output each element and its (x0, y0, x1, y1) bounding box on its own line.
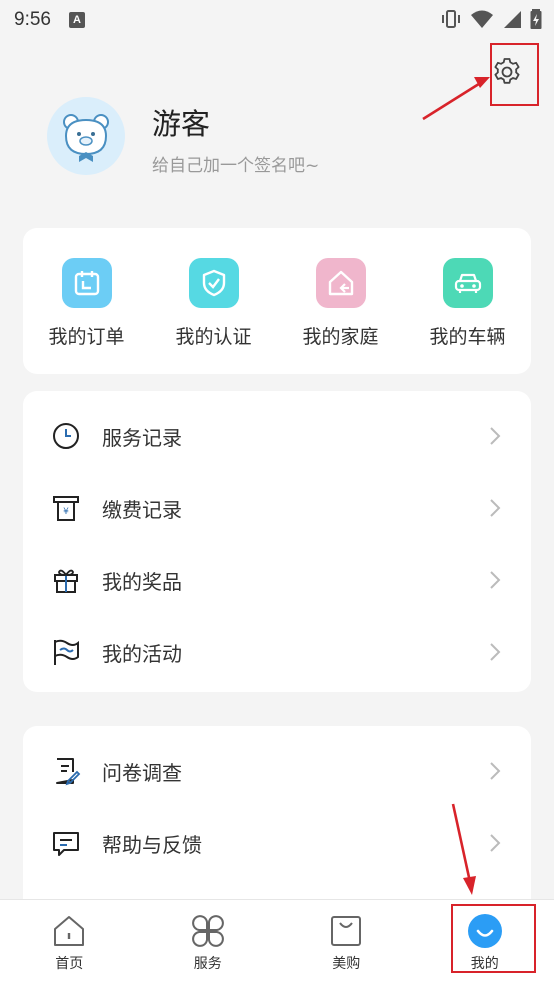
svg-text:¥: ¥ (63, 507, 69, 517)
shield-check-icon (188, 258, 239, 308)
my-prizes-item[interactable]: 我的奖品 (23, 544, 531, 616)
my-orders-button[interactable]: 我的订单 (23, 228, 150, 374)
notification-icon: A (68, 12, 85, 28)
clock-icon (49, 419, 83, 453)
status-bar: 9:56 A (0, 0, 554, 40)
tab-services-label: 服务 (193, 956, 222, 972)
house-icon (315, 258, 366, 308)
payment-records-label: 缴费记录 (102, 497, 182, 522)
payment-records-item[interactable]: ¥ 缴费记录 (23, 472, 531, 544)
bear-avatar-icon (63, 114, 109, 162)
tab-home-label: 首页 (55, 956, 84, 972)
chevron-right-icon (490, 499, 501, 517)
settings-highlight-box (490, 43, 539, 106)
feedback-icon (49, 826, 83, 860)
chevron-right-icon (490, 834, 501, 852)
my-certification-label: 我的认证 (175, 326, 252, 348)
flag-icon (49, 635, 83, 669)
my-family-label: 我的家庭 (302, 326, 379, 348)
survey-label: 问卷调查 (102, 760, 182, 785)
tab-shop-label: 美购 (332, 956, 361, 972)
mine-tab-highlight-box (451, 904, 536, 973)
car-icon (442, 258, 493, 308)
tab-shop[interactable]: 美购 (277, 900, 416, 984)
chevron-right-icon (490, 427, 501, 445)
username[interactable]: 游客 (152, 101, 210, 143)
my-family-button[interactable]: 我的家庭 (277, 228, 404, 374)
signature-text[interactable]: 给自己加一个签名吧~ (152, 151, 319, 176)
service-records-item[interactable]: 服务记录 (23, 400, 531, 472)
avatar[interactable] (47, 97, 125, 175)
tab-home[interactable]: 首页 (0, 900, 139, 984)
vibrate-icon (442, 10, 460, 28)
wifi-icon (471, 10, 493, 28)
status-icons (440, 8, 542, 30)
chevron-right-icon (490, 571, 501, 589)
chevron-right-icon (490, 762, 501, 780)
my-vehicles-button[interactable]: 我的车辆 (404, 228, 531, 374)
status-time: 9:56 (14, 9, 51, 30)
arrow-to-settings (422, 80, 483, 121)
survey-item[interactable]: 问卷调查 (23, 735, 531, 807)
my-vehicles-label: 我的车辆 (429, 326, 506, 348)
calendar-order-icon (61, 258, 112, 308)
battery-icon (530, 9, 542, 29)
quick-actions-card: 我的订单 我的认证 我的家庭 我的车辆 (23, 228, 531, 374)
home-icon (51, 913, 87, 949)
my-activities-label: 我的活动 (102, 641, 182, 666)
my-prizes-label: 我的奖品 (102, 569, 182, 594)
chevron-right-icon (490, 643, 501, 661)
gift-icon (49, 563, 83, 597)
help-feedback-label: 帮助与反馈 (102, 832, 202, 857)
help-feedback-item[interactable]: 帮助与反馈 (23, 807, 531, 879)
survey-icon (49, 754, 83, 788)
grid-icon (190, 913, 226, 949)
support-menu-card: 问卷调查 帮助与反馈 (23, 726, 531, 926)
receipt-icon: ¥ (49, 491, 83, 525)
my-activities-item[interactable]: 我的活动 (23, 616, 531, 688)
shopping-bag-icon (328, 913, 364, 949)
service-records-label: 服务记录 (102, 425, 182, 450)
records-menu-card: 服务记录 ¥ 缴费记录 我的奖品 我的活动 (23, 391, 531, 692)
tab-services[interactable]: 服务 (139, 900, 278, 984)
my-orders-label: 我的订单 (48, 326, 125, 348)
signal-icon (504, 11, 521, 28)
my-certification-button[interactable]: 我的认证 (150, 228, 277, 374)
